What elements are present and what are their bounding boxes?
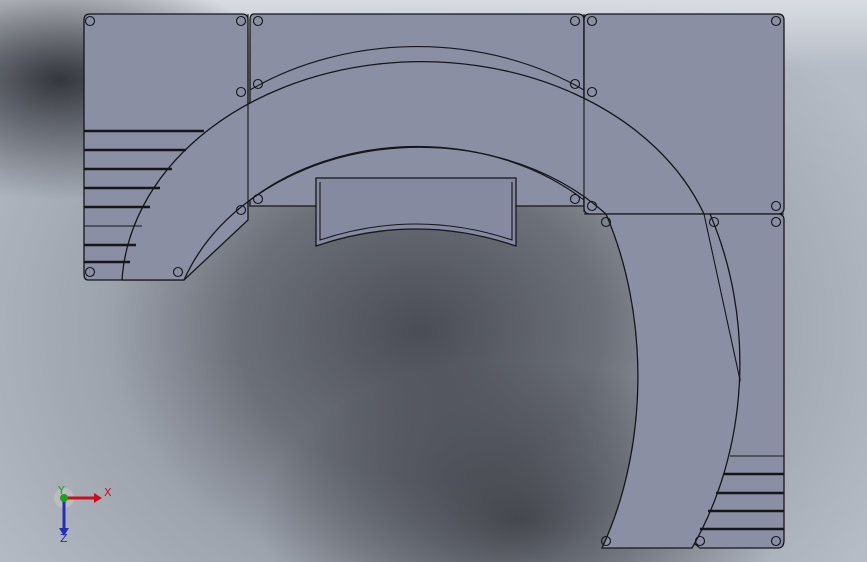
z-axis-label: Z xyxy=(60,532,68,544)
pocket[interactable] xyxy=(315,177,517,247)
axis-triad[interactable]: X Y Z xyxy=(48,484,118,544)
cad-viewport[interactable]: X Y Z xyxy=(0,0,867,562)
part-model[interactable] xyxy=(0,0,867,562)
x-arrow-head xyxy=(94,493,102,503)
y-axis-label: Y xyxy=(57,484,65,497)
x-axis-label: X xyxy=(104,486,112,499)
